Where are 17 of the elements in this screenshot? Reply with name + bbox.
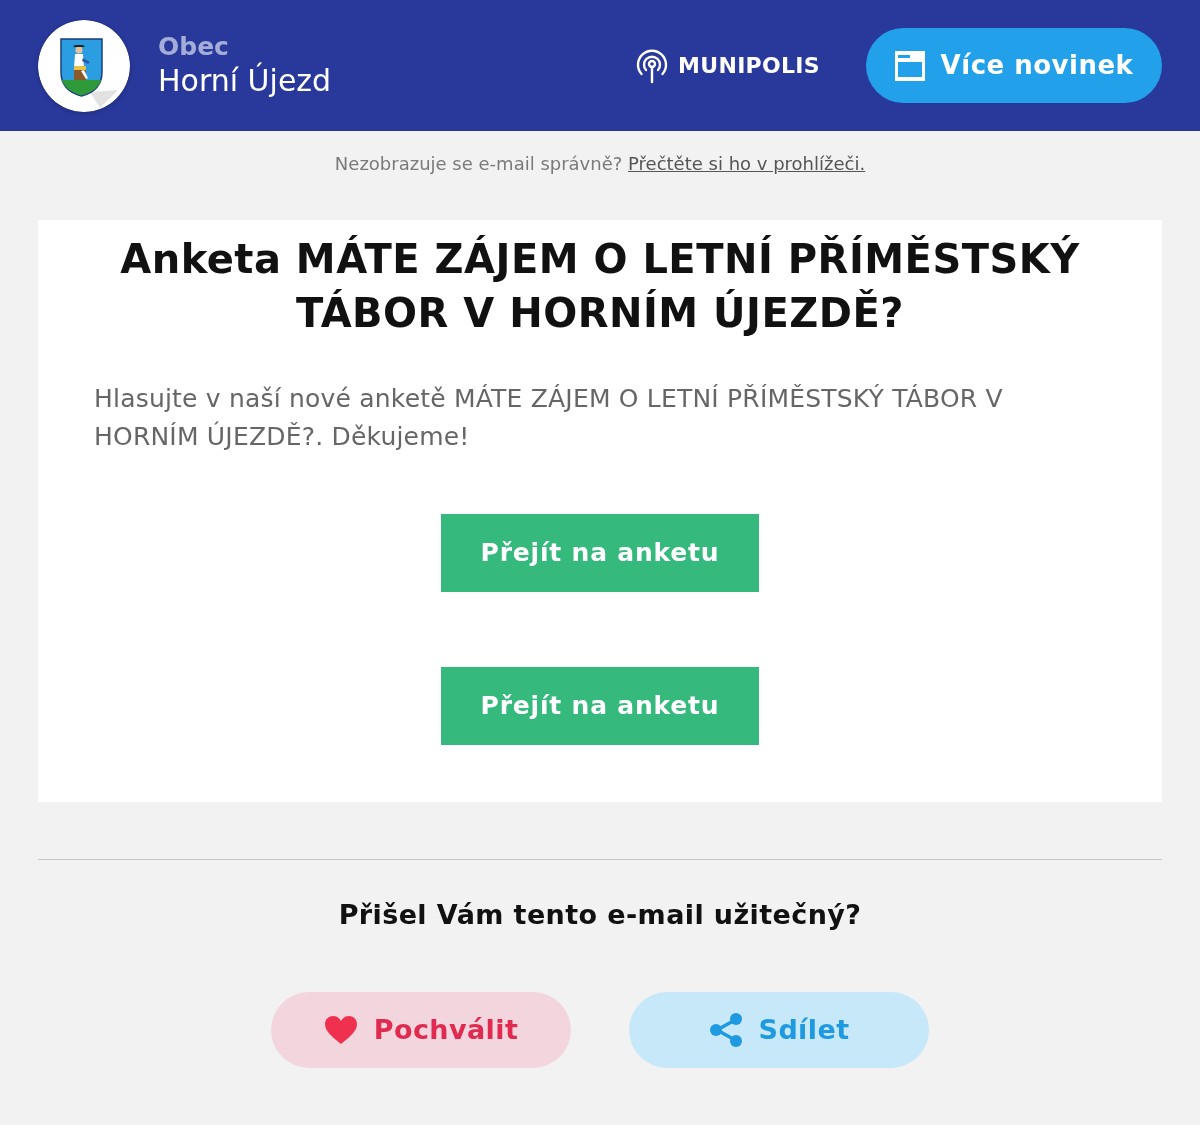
heart-icon [323, 1015, 358, 1045]
feedback-question: Přišel Vám tento e-mail užitečný? [337, 898, 863, 932]
go-to-poll-button[interactable]: Přejít na anketu [441, 514, 759, 592]
go-to-poll-button[interactable]: Přejít na anketu [441, 667, 759, 745]
read-in-browser-link[interactable]: Přečtěte si ho v prohlížeči. [628, 153, 866, 174]
praise-button[interactable]: Pochválit [271, 992, 571, 1068]
municipality-label: Obec [158, 31, 230, 62]
share-button[interactable]: Sdílet [629, 992, 929, 1068]
brand-name: MUNIPOLIS [678, 52, 820, 80]
window-icon [894, 50, 925, 81]
share-icon [708, 1013, 743, 1047]
browser-view-notice: Nezobrazuje se e-mail správně? Přečtěte si ho v prohlížeči. [333, 152, 867, 176]
municipality-name: Horní Újezd [158, 61, 332, 100]
poll-title: Anketa MÁTE ZÁJEM O LETNÍ PŘÍMĚSTSKÝ TÁBOR V HORNÍM ÚJEZDĚ? [119, 234, 1081, 338]
coat-of-arms-icon [38, 19, 130, 112]
poll-description: Hlasujte v naší nové anketě MÁTE ZÁJEM O LETNÍ PŘÍMĚSTSKÝ TÁBOR V HORNÍM ÚJEZDĚ?. Děkujeme! [94, 383, 1004, 453]
more-news-button[interactable]: Více novinek [866, 28, 1162, 103]
